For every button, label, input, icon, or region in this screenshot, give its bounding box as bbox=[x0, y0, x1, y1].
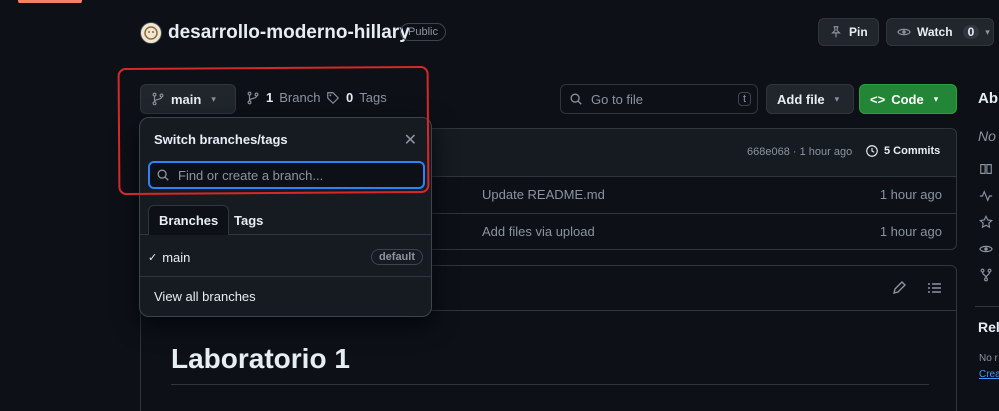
tab-tags[interactable]: Tags bbox=[224, 205, 273, 235]
pencil-icon[interactable] bbox=[891, 280, 907, 296]
fork-icon bbox=[979, 268, 993, 282]
add-file-label: Add file bbox=[777, 91, 825, 107]
add-file-button[interactable]: Add file ▾ bbox=[766, 84, 854, 114]
go-to-file-placeholder: Go to file bbox=[591, 91, 644, 107]
eye-icon bbox=[897, 25, 911, 39]
pin-label: Pin bbox=[849, 25, 868, 39]
tag-icon bbox=[326, 91, 340, 105]
git-branch-icon bbox=[151, 92, 165, 106]
search-icon bbox=[156, 168, 170, 182]
visibility-badge: Public bbox=[400, 23, 446, 41]
branch-dropdown: Switch branches/tags ✕ Branches Tags ✓ m… bbox=[139, 117, 432, 317]
history-icon bbox=[865, 144, 879, 158]
chevron-down-icon: ▾ bbox=[933, 93, 939, 104]
create-release-link[interactable]: Crea bbox=[979, 369, 999, 380]
pin-button[interactable]: Pin bbox=[818, 18, 879, 46]
commits-link[interactable]: 5 Commits bbox=[865, 144, 940, 158]
code-button[interactable]: <> Code ▾ bbox=[859, 84, 957, 114]
branch-count: 1 bbox=[266, 90, 274, 105]
commits-label: 5 Commits bbox=[884, 145, 941, 157]
file-commit-time: 1 hour ago bbox=[879, 187, 942, 202]
file-commit-message[interactable]: Update README.md bbox=[482, 187, 605, 202]
tag-count-label: Tags bbox=[359, 90, 387, 105]
tag-count: 0 bbox=[346, 90, 354, 105]
branch-selector-label: main bbox=[171, 91, 202, 107]
watch-count: 0 bbox=[962, 25, 980, 39]
branches-link[interactable]: 1 Branch bbox=[246, 90, 320, 105]
branch-item-name: main bbox=[162, 249, 191, 265]
repo-name-link[interactable]: desarrollo-moderno-hillary bbox=[168, 22, 410, 44]
chevron-down-icon: ▾ bbox=[834, 93, 840, 104]
heading-divider bbox=[171, 384, 929, 385]
eye-icon bbox=[979, 242, 993, 256]
releases-heading[interactable]: Rel bbox=[978, 319, 999, 335]
no-releases-text: No r bbox=[979, 353, 998, 364]
active-tab-indicator bbox=[18, 0, 82, 3]
dropdown-tabs: Branches Tags bbox=[140, 203, 431, 235]
book-icon bbox=[979, 162, 993, 176]
code-icon: <> bbox=[870, 91, 886, 107]
latest-commit-hash-time[interactable]: 668e068 · 1 hour ago bbox=[747, 146, 852, 158]
branch-item-main[interactable]: ✓ main default bbox=[140, 240, 431, 274]
branch-search-field[interactable] bbox=[148, 161, 425, 189]
readme-heading: Laboratorio 1 bbox=[171, 343, 350, 374]
watch-label: Watch bbox=[917, 25, 953, 39]
go-to-file-input[interactable]: Go to file t bbox=[560, 84, 758, 114]
star-icon bbox=[979, 215, 993, 229]
view-all-branches-link[interactable]: View all branches bbox=[140, 279, 431, 313]
chevron-down-icon: ▾ bbox=[985, 26, 990, 37]
avatar[interactable] bbox=[140, 22, 162, 44]
tags-link[interactable]: 0 Tags bbox=[326, 90, 387, 105]
about-description: No bbox=[978, 128, 996, 144]
dropdown-divider bbox=[140, 276, 431, 277]
activity-icon bbox=[979, 189, 993, 203]
chevron-down-icon: ▾ bbox=[211, 93, 216, 104]
file-commit-message[interactable]: Add files via upload bbox=[482, 224, 595, 239]
dropdown-title: Switch branches/tags bbox=[154, 132, 288, 147]
pin-icon bbox=[829, 25, 843, 39]
default-badge: default bbox=[370, 249, 423, 265]
close-icon[interactable]: ✕ bbox=[404, 130, 417, 150]
branch-count-label: Branch bbox=[279, 90, 321, 105]
watch-button[interactable]: Watch 0 ▾ bbox=[886, 18, 994, 46]
code-label: Code bbox=[891, 91, 924, 107]
check-icon: ✓ bbox=[148, 251, 158, 264]
branch-selector-button[interactable]: main ▾ bbox=[140, 84, 236, 114]
about-heading: Ab bbox=[978, 90, 998, 107]
go-to-file-shortcut: t bbox=[737, 92, 751, 106]
list-icon[interactable] bbox=[927, 280, 943, 296]
git-branch-icon bbox=[246, 91, 260, 105]
branch-search-input[interactable] bbox=[178, 167, 408, 183]
file-commit-time: 1 hour ago bbox=[879, 224, 942, 239]
search-icon bbox=[569, 92, 583, 106]
sidebar-divider bbox=[975, 306, 999, 307]
tab-branches[interactable]: Branches bbox=[148, 205, 230, 235]
